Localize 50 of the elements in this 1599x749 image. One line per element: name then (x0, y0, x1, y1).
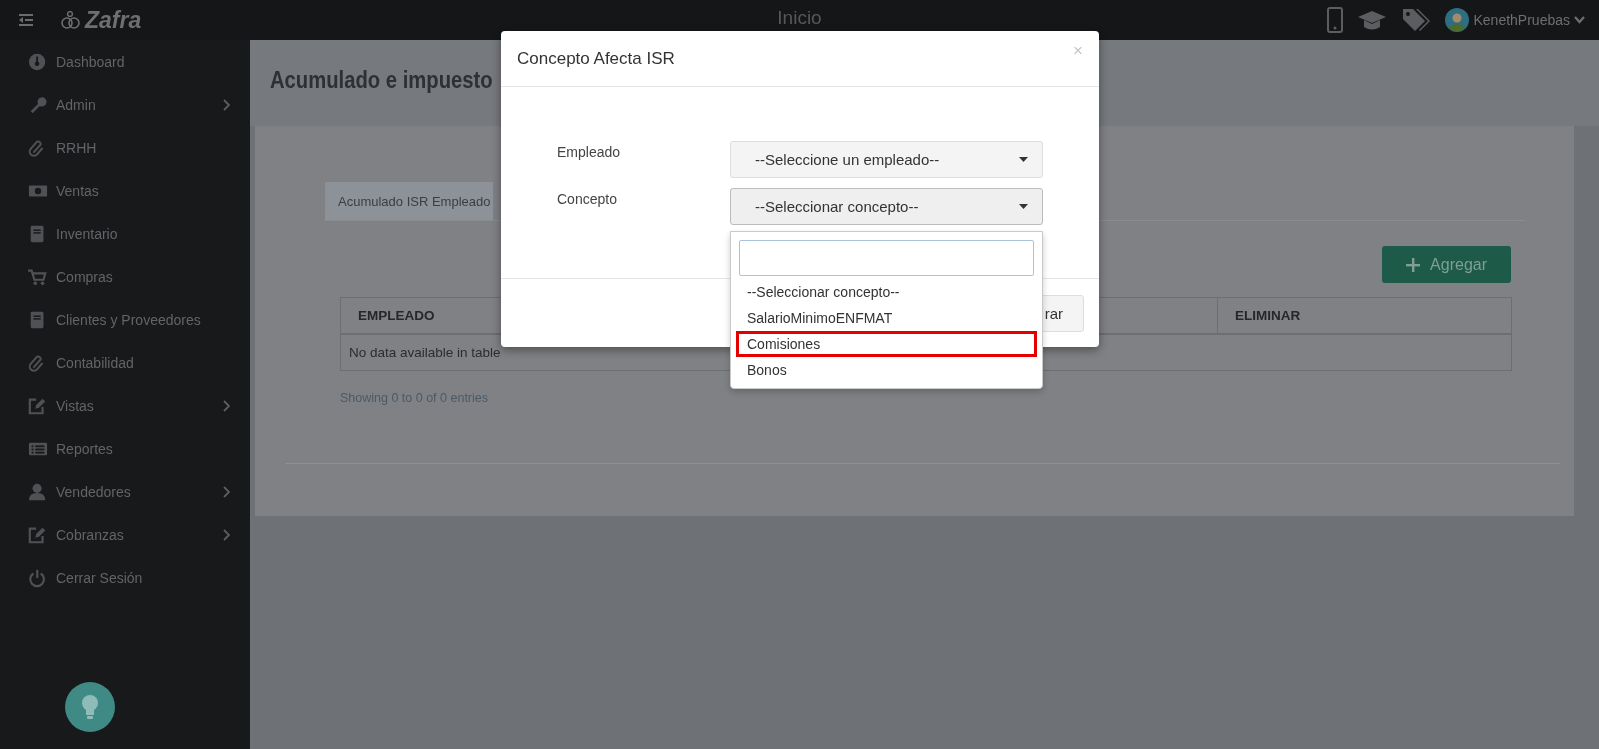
dialog-title: Concepto Afecta ISR (517, 48, 675, 69)
chevron-right-icon (223, 98, 230, 111)
sidebar-item[interactable]: Inventario (56, 225, 118, 242)
field-label: Empleado (557, 144, 621, 160)
dropdown-option[interactable]: Bonos (736, 357, 1037, 383)
select-field[interactable]: --Seleccionar concepto-- (730, 188, 1043, 225)
sidebar-item[interactable]: Cerrar Sesión (56, 569, 143, 586)
chevron-down-icon (1574, 16, 1585, 24)
phone-icon (1327, 7, 1344, 33)
sidebar-item[interactable]: Cobranzas (56, 526, 124, 543)
sidebar-item[interactable]: Admin (56, 96, 96, 113)
bubbles-icon (61, 11, 81, 29)
page-heading: Acumulado e impuesto (270, 66, 493, 94)
user-name[interactable]: KenethPruebas (1473, 12, 1570, 28)
sidebar-item[interactable]: Contabilidad (56, 354, 134, 371)
search-field[interactable] (739, 240, 1034, 276)
sidebar-item[interactable]: Vistas (56, 397, 94, 414)
dropdown-option[interactable]: SalarioMinimoENFMAT (736, 305, 1037, 331)
chevron-right-icon (223, 399, 230, 412)
close-button[interactable]: × (1073, 40, 1083, 61)
dropdown-option[interactable]: Comisiones (736, 331, 1037, 357)
sidebar-item[interactable]: Compras (56, 268, 113, 285)
caret-icon (1019, 157, 1028, 162)
sidebar-item[interactable]: Ventas (56, 182, 99, 199)
lightbulb-icon (81, 694, 99, 720)
help-button[interactable] (65, 682, 115, 732)
sidebar-item[interactable]: Vendedores (56, 483, 131, 500)
field-label: Concepto (557, 191, 617, 207)
chevron-right-icon (223, 485, 230, 498)
sidebar-item[interactable]: Clientes y Proveedores (56, 311, 201, 328)
user-icon (28, 481, 48, 502)
chevron-right-icon (223, 528, 230, 541)
sidebar-item[interactable]: Dashboard (56, 53, 125, 70)
sidebar-item[interactable]: RRHH (56, 139, 97, 156)
column-header: ELIMINAR (1217, 298, 1511, 335)
dashboard-icon (28, 51, 48, 72)
empty-message: No data available in table (349, 345, 501, 360)
tab[interactable]: Acumulado ISR Empleado (325, 182, 494, 220)
graduation-cap-icon (1357, 9, 1388, 31)
logo: Zafra (85, 6, 142, 34)
menu-icon (19, 14, 33, 26)
tags-icon (1401, 7, 1432, 33)
sidebar-item[interactable]: Reportes (56, 440, 113, 457)
add-button[interactable]: Agregar (1382, 246, 1511, 283)
power-icon (28, 567, 48, 588)
caret-icon (1019, 204, 1028, 209)
select-field[interactable]: --Seleccione un empleado-- (730, 141, 1043, 178)
avatar-icon (1445, 8, 1470, 32)
page-title: Inicio (777, 7, 822, 28)
plus-icon (1406, 257, 1421, 272)
